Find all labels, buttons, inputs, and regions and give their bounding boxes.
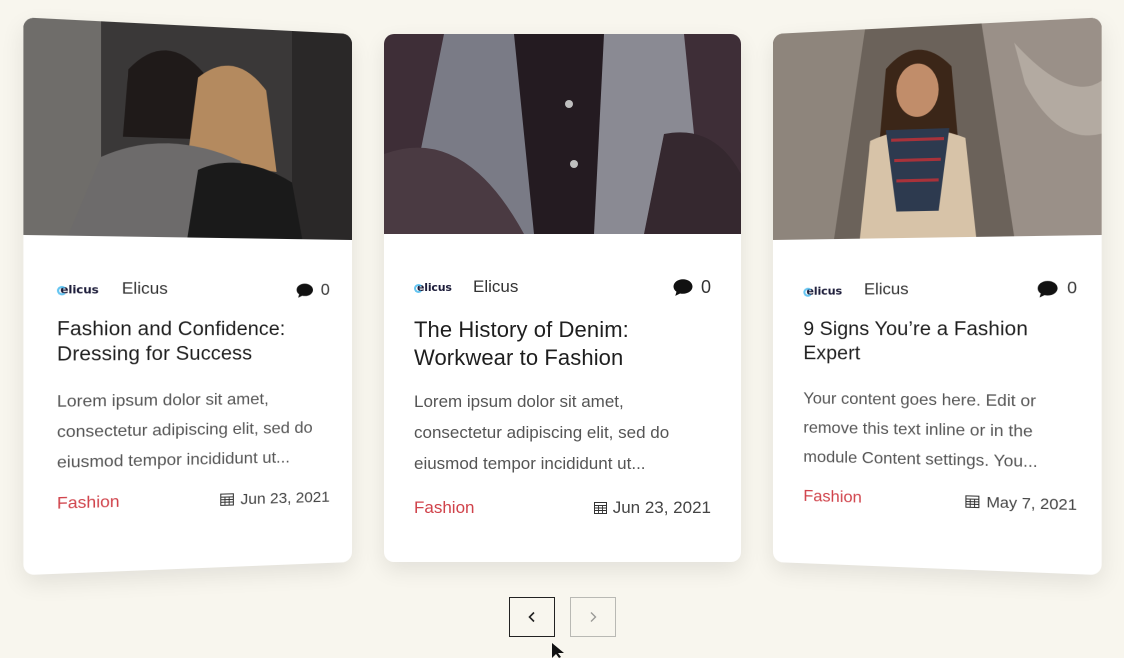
comment-count[interactable]: 0 [1036,280,1077,299]
post-date-text: May 7, 2021 [986,493,1078,514]
post-date: Jun 23, 2021 [221,488,330,508]
blog-card[interactable]: elicus Elicus 0 The History of Denim: Wo… [384,34,741,562]
calendar-icon [221,493,235,506]
post-category[interactable]: Fashion [414,498,474,518]
author-logo: elicus [56,282,107,296]
blog-carousel: elicus Elicus 0 Fashion and Confidence: … [0,0,1124,658]
post-category[interactable]: Fashion [57,493,120,514]
comment-icon [296,283,314,298]
post-image[interactable] [384,34,741,234]
comment-count-value: 0 [1067,279,1078,298]
post-date: May 7, 2021 [966,493,1077,514]
mouse-cursor-icon [552,643,564,658]
comment-count[interactable]: 0 [296,282,330,300]
post-excerpt: Lorem ipsum dolor sit amet, consectetur … [414,392,670,473]
blog-card[interactable]: elicus Elicus 0 Fashion and Confidence: … [23,17,352,576]
comment-count[interactable]: 0 [672,277,711,298]
author-name[interactable]: Elicus [473,277,518,297]
next-slide-button[interactable] [570,597,616,637]
post-image[interactable] [773,17,1102,241]
post-title[interactable]: Fashion and Confidence: Dressing for Suc… [57,317,330,367]
chevron-left-icon [528,611,535,623]
comment-count-value: 0 [700,276,711,297]
post-date-text: Jun 23, 2021 [240,488,330,508]
previous-slide-button[interactable] [509,597,555,637]
post-image[interactable] [23,17,352,241]
author-logo: elicus [414,281,459,294]
comment-icon [673,278,693,296]
calendar-icon [593,502,607,514]
post-category[interactable]: Fashion [803,488,861,508]
author-name[interactable]: Elicus [864,281,909,300]
post-excerpt: Your content goes here. Edit or remove t… [803,390,1038,472]
author-logo: elicus [803,284,849,297]
chevron-right-icon [590,612,597,622]
blog-card[interactable]: elicus Elicus 0 9 Signs You’re a Fashion… [773,17,1102,576]
post-excerpt: Lorem ipsum dolor sit amet, consectetur … [56,390,313,472]
post-title[interactable]: The History of Denim: Workwear to Fashio… [414,316,711,372]
calendar-icon [966,495,980,508]
comment-icon [1037,280,1058,298]
post-date: Jun 23, 2021 [593,498,711,518]
post-title[interactable]: 9 Signs You’re a Fashion Expert [803,317,1077,368]
comment-count-value: 0 [320,281,330,299]
post-date-text: Jun 23, 2021 [612,498,711,517]
author-name[interactable]: Elicus [122,280,168,299]
